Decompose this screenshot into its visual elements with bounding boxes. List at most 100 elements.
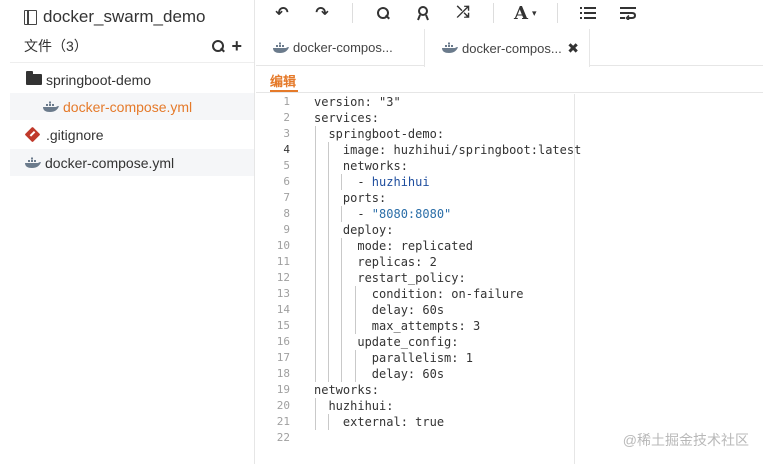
line-number: 6 — [283, 175, 290, 188]
tab-docker-compose-1[interactable]: docker-compos... — [256, 29, 424, 66]
line-number: 19 — [276, 383, 290, 396]
line-number: 2 — [283, 111, 290, 124]
line-number: 4 — [283, 143, 290, 156]
line-number: 17 — [276, 351, 290, 364]
code-text: ports: — [314, 191, 387, 205]
code-text: networks: — [314, 383, 380, 397]
code-text: version: "3" — [314, 95, 401, 109]
list-icon[interactable] — [578, 3, 598, 23]
tree-item-docker-compose-nested[interactable]: docker-compose.yml — [10, 93, 254, 120]
indent-guide — [328, 414, 330, 430]
code-text: max_attempts: 3 — [314, 319, 481, 333]
line-number: 22 — [276, 431, 290, 444]
files-count-label: 文件（3） — [24, 38, 88, 54]
code-text: restart_policy: — [314, 271, 466, 285]
indent-guide — [341, 174, 343, 190]
line-number: 15 — [276, 319, 290, 332]
tab-docker-compose-2[interactable]: docker-compos... ✖ — [424, 29, 590, 67]
toolbar-separator — [493, 3, 494, 23]
line-number: 18 — [276, 367, 290, 380]
line-number: 8 — [283, 207, 290, 220]
file-sidebar: docker_swarm_demo 文件（3） + springboot-dem… — [0, 0, 255, 464]
print-margin-line — [574, 94, 575, 464]
line-number: 1 — [283, 95, 290, 108]
tree-item-label: docker-compose.yml — [45, 154, 175, 171]
code-text: deploy: — [314, 223, 394, 237]
indent-guide — [354, 286, 356, 334]
code-text: mode: replicated — [314, 239, 473, 253]
search-glyph — [376, 6, 390, 20]
add-file-icon[interactable]: + — [231, 37, 242, 55]
tab-edit[interactable]: 编辑 — [270, 71, 296, 90]
line-number: 5 — [283, 159, 290, 172]
docker-whale-icon — [442, 42, 458, 53]
line-number: 7 — [283, 191, 290, 204]
code-text: delay: 60s — [314, 303, 445, 317]
watermark: @稀土掘金技术社区 — [622, 432, 749, 448]
chevron-down-icon[interactable]: ▾ — [532, 8, 537, 19]
line-number: 20 — [276, 399, 290, 412]
wrap-icon[interactable] — [618, 3, 638, 23]
code-editor[interactable]: 1 version: "3" 2 services: 3 springboot-demo… — [256, 94, 763, 464]
code-text: external: true — [314, 415, 445, 429]
indent-guide — [315, 398, 316, 430]
tree-item-label: springboot-demo — [46, 71, 152, 88]
code-text: - huzhihui — [314, 175, 430, 189]
indent-guide — [315, 126, 316, 382]
code-text: huzhihui: — [314, 399, 394, 413]
line-number: 9 — [283, 223, 290, 236]
font-icon[interactable]: A — [514, 3, 528, 24]
docker-whale-icon — [273, 42, 289, 53]
editor-tabbar: docker-compos... docker-compos... ✖ — [256, 29, 763, 67]
close-icon[interactable]: ✖ — [567, 40, 579, 57]
line-number: 13 — [276, 287, 290, 300]
search-icon[interactable] — [212, 39, 225, 53]
sidebar-divider — [10, 62, 254, 63]
search-icon[interactable] — [373, 3, 393, 23]
tree-item-gitignore[interactable]: .gitignore — [10, 121, 254, 148]
list-glyph — [579, 7, 596, 19]
files-header: 文件（3） + — [24, 36, 242, 56]
code-text: replicas: 2 — [314, 255, 437, 269]
tree-item-docker-compose-root[interactable]: docker-compose.yml — [10, 149, 254, 176]
mode-tabbar: 编辑 — [256, 66, 763, 93]
git-icon — [24, 126, 41, 143]
project-title-text: docker_swarm_demo — [43, 7, 206, 26]
wrap-glyph — [619, 7, 636, 20]
undo-icon[interactable]: ↶ — [272, 3, 292, 23]
line-number: 3 — [283, 127, 290, 140]
code-text: update_config: — [314, 335, 459, 349]
code-text: services: — [314, 111, 380, 125]
docker-whale-icon — [25, 157, 41, 168]
code-text: springboot-demo: — [314, 127, 445, 141]
line-number: 10 — [276, 239, 290, 252]
replace-glyph — [417, 6, 429, 21]
line-number: 16 — [276, 335, 290, 348]
line-number: 11 — [276, 255, 290, 268]
code-text: - "8080:8080" — [314, 207, 452, 221]
book-icon — [24, 9, 37, 25]
tree-item-label: .gitignore — [46, 126, 104, 143]
docker-whale-icon — [43, 101, 59, 112]
code-text: condition: on-failure — [314, 287, 524, 301]
line-number: 14 — [276, 303, 290, 316]
toolbar-separator — [352, 3, 353, 23]
tree-item-label: docker-compose.yml — [63, 98, 193, 115]
code-text: image: huzhihui/springboot:latest — [314, 143, 582, 157]
redo-icon[interactable]: ↷ — [312, 3, 332, 23]
replace-icon[interactable] — [413, 3, 433, 23]
code-text: parallelism: 1 — [314, 351, 473, 365]
indent-guide — [328, 142, 330, 382]
indent-guide — [341, 238, 343, 382]
folder-open-icon — [26, 71, 42, 85]
indent-guide — [341, 206, 343, 222]
code-text: delay: 60s — [314, 367, 445, 381]
line-number: 12 — [276, 271, 290, 284]
editor-toolbar: ↶ ↷ ⤮ A ▾ — [256, 0, 763, 26]
shuffle-icon[interactable]: ⤮ — [453, 3, 473, 23]
active-tab-underline — [270, 90, 298, 92]
project-title[interactable]: docker_swarm_demo — [24, 5, 206, 29]
tree-item-springboot-demo[interactable]: springboot-demo — [10, 66, 254, 93]
toolbar-separator — [556, 3, 558, 23]
tab-label: docker-compos... — [462, 40, 562, 56]
